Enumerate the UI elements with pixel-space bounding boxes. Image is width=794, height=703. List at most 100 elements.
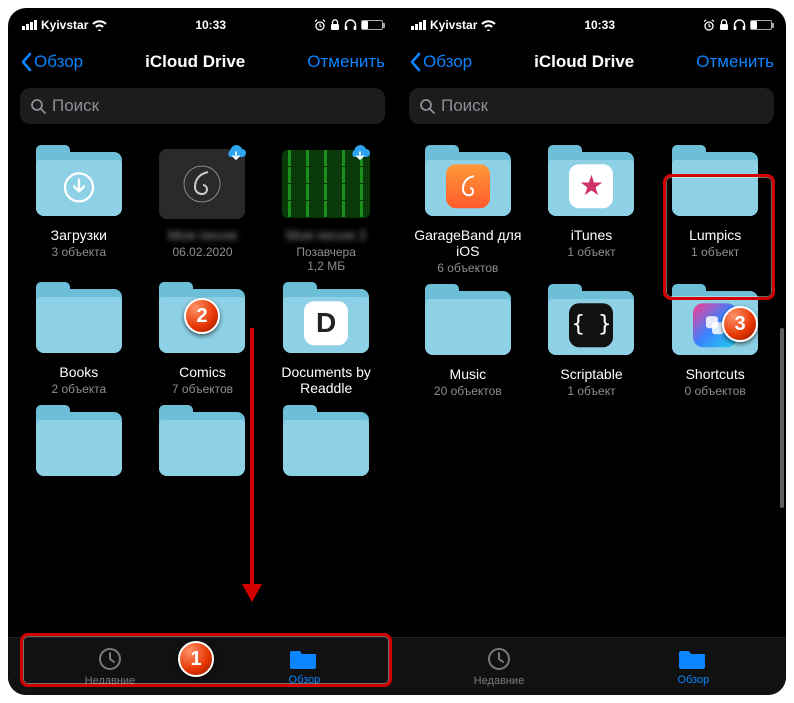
garageband-icon [446, 164, 490, 208]
scrollbar[interactable] [780, 328, 784, 508]
item-books[interactable]: Books 2 объекта [20, 283, 138, 396]
cloud-download-icon [348, 144, 372, 164]
item-shortcuts[interactable]: Shortcuts 0 объектов [656, 285, 774, 398]
wifi-icon [92, 20, 107, 31]
folder-icon [679, 647, 707, 671]
item-sub: 1 объект [691, 245, 739, 259]
item-sub: 1 объект [567, 384, 615, 398]
cloud-download-icon [224, 144, 248, 164]
back-button[interactable]: Обзор [20, 52, 83, 72]
item-folder-partial[interactable] [267, 406, 385, 481]
folder-icon [425, 291, 511, 355]
item-label: Documents by Readdle [271, 364, 381, 396]
tab-bar: Недавние Обзор [397, 637, 786, 695]
item-label: Загрузки [51, 227, 107, 243]
signal-icon [22, 20, 37, 30]
tab-label: Недавние [85, 675, 136, 687]
chevron-left-icon [20, 52, 32, 72]
alarm-icon [703, 19, 715, 31]
item-folder-partial[interactable] [20, 406, 138, 481]
cancel-button[interactable]: Отменить [307, 52, 385, 72]
item-documents-readdle[interactable]: D Documents by Readdle [267, 283, 385, 396]
page-title: iCloud Drive [145, 52, 245, 72]
folder-icon [290, 647, 318, 671]
tab-bar: Недавние Обзор [8, 637, 397, 695]
search-placeholder: Поиск [52, 96, 99, 116]
carrier-label: Kyivstar [430, 18, 477, 32]
time-label: 10:33 [195, 18, 226, 32]
item-sub: 20 объектов [434, 384, 502, 398]
item-downloads[interactable]: Загрузки 3 объекта [20, 146, 138, 273]
tab-recent[interactable]: Недавние [474, 646, 525, 687]
nav-header: Обзор iCloud Drive Отменить [397, 40, 786, 84]
item-label: Моя песня 2 [286, 227, 366, 243]
tab-recent[interactable]: Недавние [85, 646, 136, 687]
item-folder-partial[interactable] [144, 406, 262, 481]
item-gb-project[interactable]: Моя песня 06.02.2020 [144, 146, 262, 273]
tab-label: Обзор [289, 674, 321, 686]
item-lumpics[interactable]: Lumpics 1 объект [656, 146, 774, 275]
item-comics[interactable]: Comics 7 объектов [144, 283, 262, 396]
item-label: Comics [179, 364, 226, 380]
left-screenshot: Kyivstar 10:33 Обзор iCloud Drive Отмени… [8, 8, 397, 695]
battery-icon [750, 20, 772, 30]
cancel-button[interactable]: Отменить [696, 52, 774, 72]
time-label: 10:33 [584, 18, 615, 32]
folder-icon [425, 152, 511, 216]
folder-icon [672, 152, 758, 216]
scriptable-icon: { } [569, 303, 613, 347]
folder-icon [159, 289, 245, 353]
status-bar: Kyivstar 10:33 [397, 8, 786, 30]
tab-label: Недавние [474, 675, 525, 687]
folder-icon: ★ [548, 152, 634, 216]
item-sub: 7 объектов [172, 382, 233, 396]
tab-browse[interactable]: Обзор [678, 647, 710, 686]
headphones-icon [733, 19, 746, 31]
search-field[interactable]: Поиск [409, 88, 774, 124]
file-grid-left: Загрузки 3 объекта Моя песня 06.02.2020 [8, 130, 397, 481]
item-scriptable[interactable]: { } Scriptable 1 объект [533, 285, 651, 398]
item-label: Music [450, 366, 487, 382]
back-label: Обзор [423, 52, 472, 72]
right-screenshot: Kyivstar 10:33 Обзор iCloud Drive Отмени… [397, 8, 786, 695]
item-green-file[interactable]: Моя песня 2 Позавчера 1,2 МБ [267, 146, 385, 273]
folder-icon [36, 289, 122, 353]
tab-label: Обзор [678, 674, 710, 686]
search-placeholder: Поиск [441, 96, 488, 116]
item-label: Моя песня [168, 227, 237, 243]
wifi-icon [481, 20, 496, 31]
nav-header: Обзор iCloud Drive Отменить [8, 40, 397, 84]
clock-icon [486, 646, 512, 672]
clock-icon [97, 646, 123, 672]
folder-icon [36, 152, 122, 216]
folder-icon [283, 412, 369, 476]
folder-icon [672, 291, 758, 355]
itunes-icon: ★ [569, 164, 613, 208]
search-icon [419, 98, 435, 114]
battery-icon [361, 20, 383, 30]
tab-browse[interactable]: Обзор [289, 647, 321, 686]
folder-icon [36, 412, 122, 476]
item-sub: 06.02.2020 [172, 245, 232, 259]
item-music[interactable]: Music 20 объектов [409, 285, 527, 398]
lock-icon [719, 19, 729, 31]
search-icon [30, 98, 46, 114]
chevron-left-icon [409, 52, 421, 72]
back-button[interactable]: Обзор [409, 52, 472, 72]
lock-icon [330, 19, 340, 31]
item-sub: 3 объекта [51, 245, 106, 259]
download-icon [62, 170, 96, 204]
item-garageband-ios[interactable]: GarageBand для iOS 6 объектов [409, 146, 527, 275]
signal-icon [411, 20, 426, 30]
search-field[interactable]: Поиск [20, 88, 385, 124]
item-sub: Позавчера 1,2 МБ [296, 245, 355, 273]
back-label: Обзор [34, 52, 83, 72]
item-label: Lumpics [689, 227, 741, 243]
item-sub: 0 объектов [685, 384, 746, 398]
item-label: iTunes [571, 227, 613, 243]
item-itunes[interactable]: ★ iTunes 1 объект [533, 146, 651, 275]
folder-icon: D [283, 289, 369, 353]
headphones-icon [344, 19, 357, 31]
shortcuts-icon [693, 303, 737, 347]
status-right-icons [703, 19, 772, 31]
